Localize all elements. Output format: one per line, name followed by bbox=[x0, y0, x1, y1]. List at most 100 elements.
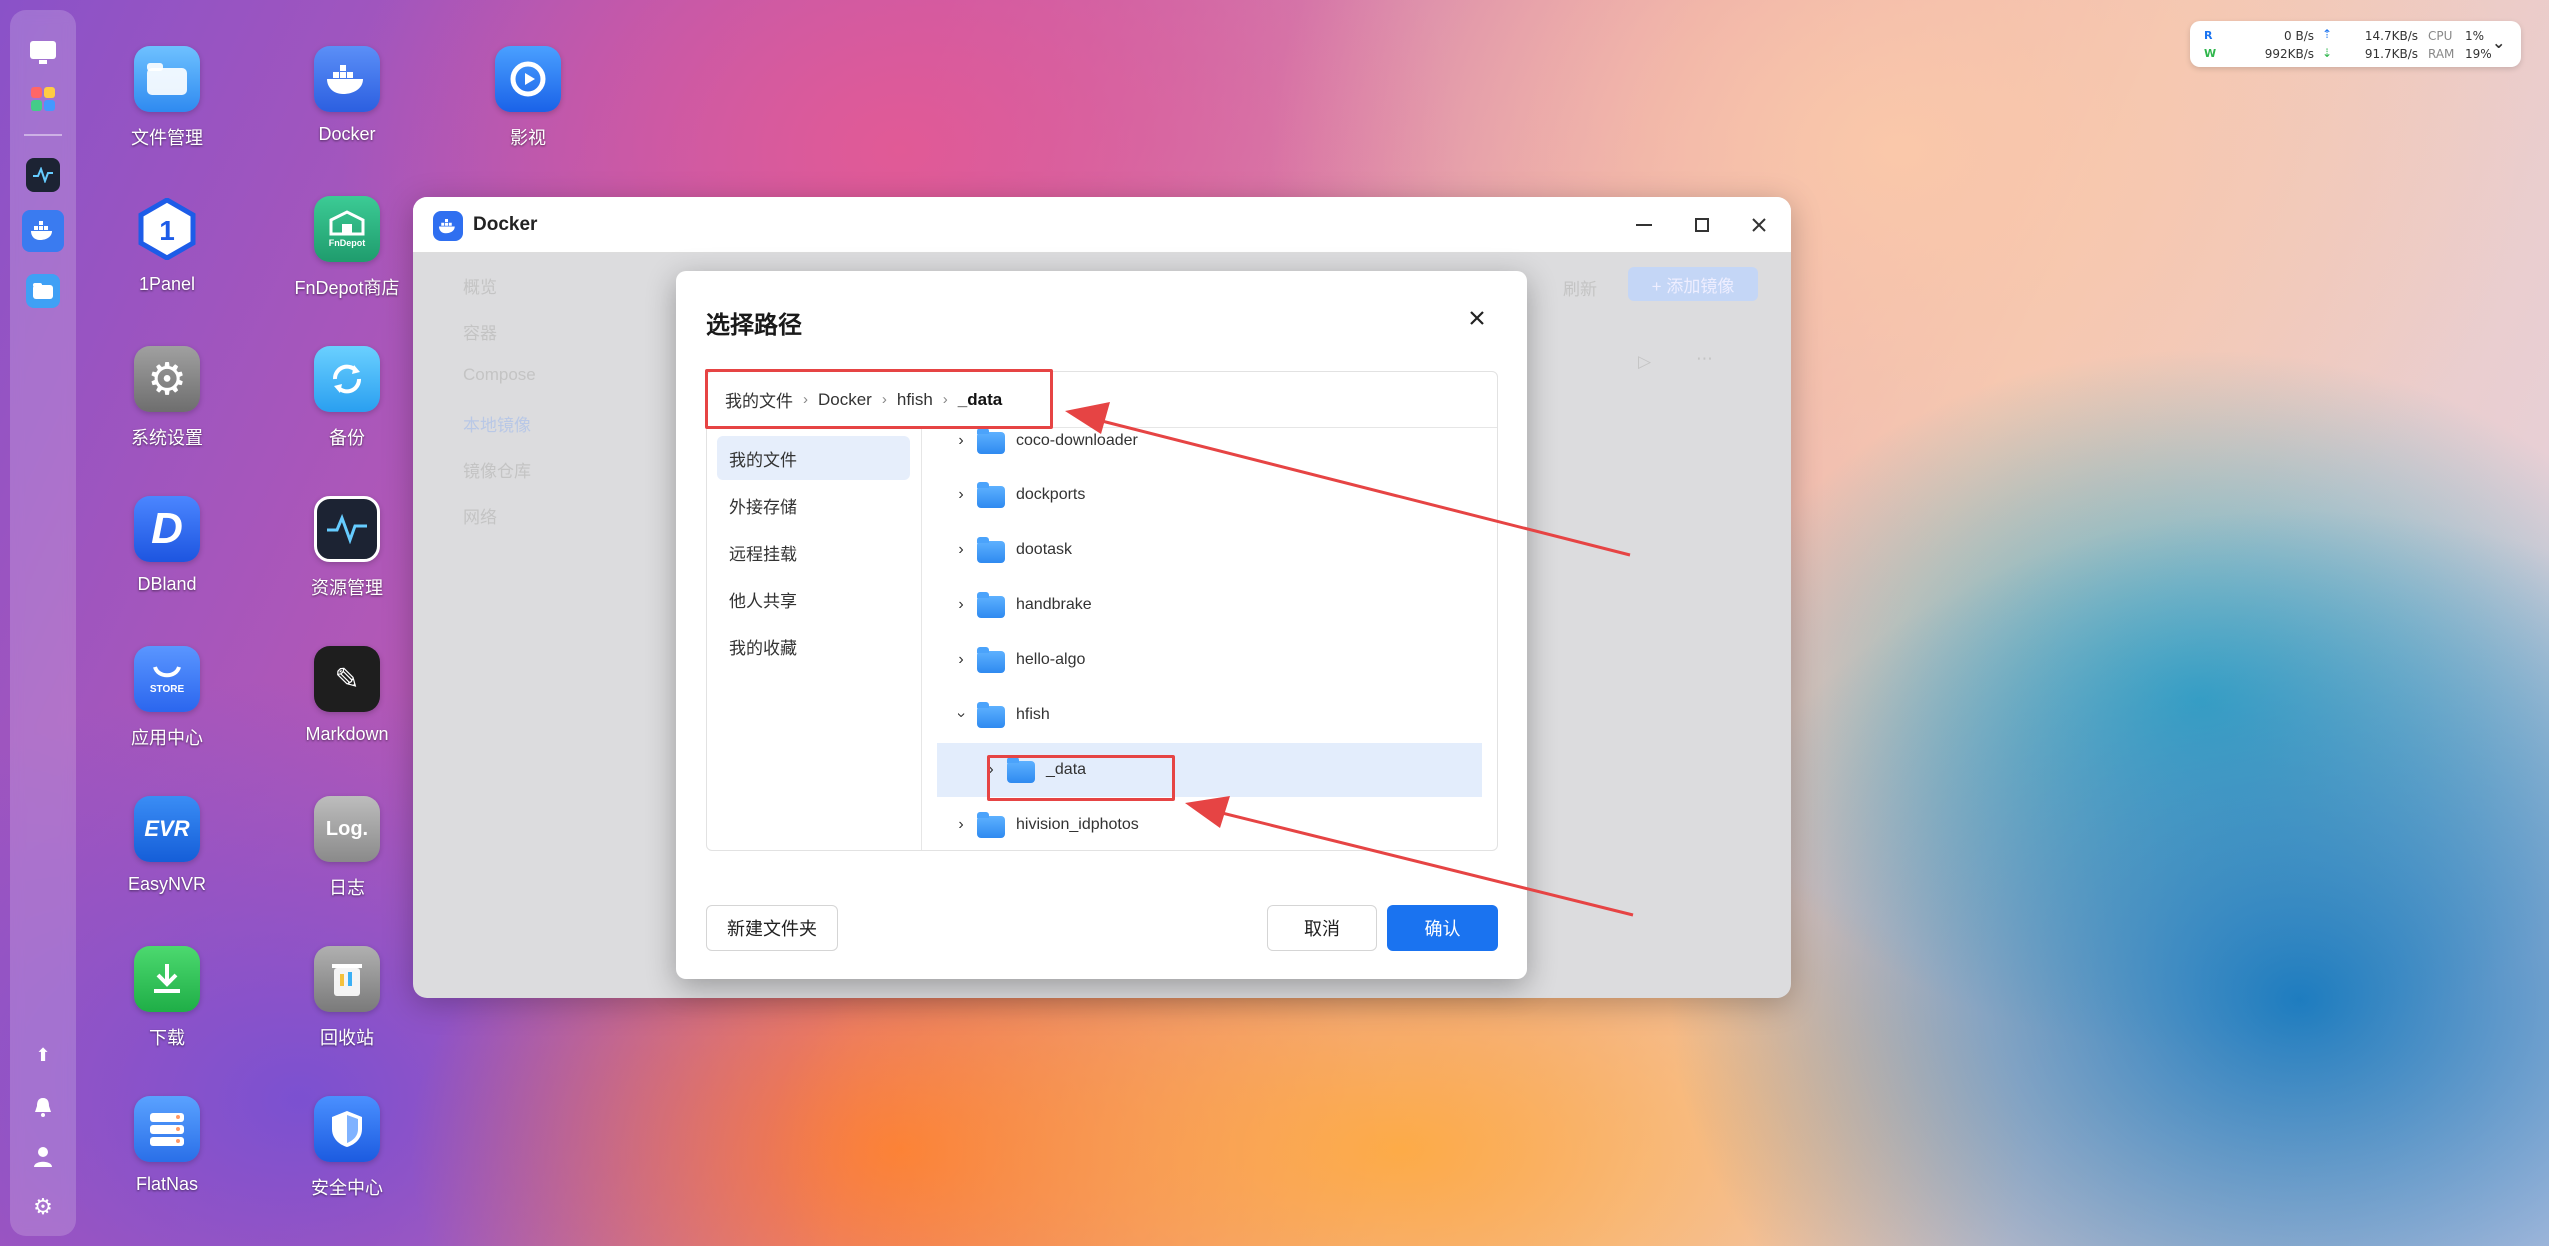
fndepot-store-icon: FnDepot bbox=[314, 196, 380, 262]
app-easynvr[interactable]: EVR EasyNVR bbox=[92, 796, 242, 895]
chevron-down-icon[interactable]: ⌄ bbox=[2492, 33, 2505, 52]
app-markdown[interactable]: ✎ Markdown bbox=[272, 646, 422, 745]
app-store[interactable]: STORE 应用中心 bbox=[92, 646, 242, 750]
sidebar-item-remote-mount[interactable]: 远程挂载 bbox=[717, 530, 910, 574]
sidebar-item-network[interactable]: 网络 bbox=[463, 503, 497, 528]
close-icon[interactable] bbox=[1460, 301, 1494, 335]
desktop-icon[interactable] bbox=[26, 36, 60, 70]
app-fndepot[interactable]: FnDepot FnDepot商店 bbox=[272, 196, 422, 300]
settings-gear-icon[interactable]: ⚙ bbox=[26, 1190, 60, 1224]
app-label: Markdown bbox=[305, 724, 389, 744]
app-video[interactable]: 影视 bbox=[453, 46, 603, 150]
new-folder-button[interactable]: 新建文件夹 bbox=[706, 905, 838, 951]
app-label: 安全中心 bbox=[311, 1178, 383, 1198]
refresh-button[interactable]: 刷新 bbox=[1563, 275, 1597, 300]
folder-row[interactable]: › hivision_idphotos bbox=[923, 798, 1497, 850]
folder-row[interactable]: › coco-downloader bbox=[923, 428, 1497, 468]
app-resource-manager[interactable]: 资源管理 bbox=[272, 496, 422, 600]
minimize-button[interactable] bbox=[1628, 209, 1660, 241]
docker-icon bbox=[433, 211, 463, 241]
folder-icon bbox=[977, 647, 1005, 673]
app-label: 系统设置 bbox=[131, 428, 203, 448]
sidebar-item-favorites[interactable]: 我的收藏 bbox=[717, 624, 910, 668]
folder-row[interactable]: › dockports bbox=[923, 468, 1497, 522]
chevron-right-icon[interactable]: › bbox=[951, 486, 971, 504]
confirm-button[interactable]: 确认 bbox=[1387, 905, 1498, 951]
sidebar-item-external-storage[interactable]: 外接存储 bbox=[717, 483, 910, 527]
app-1panel[interactable]: 1 1Panel bbox=[92, 196, 242, 295]
left-dock: ⬆ ⚙ bbox=[10, 10, 76, 1236]
app-label: 下载 bbox=[149, 1028, 185, 1048]
add-image-button[interactable]: + 添加镜像 bbox=[1628, 267, 1758, 301]
chevron-right-icon[interactable]: › bbox=[951, 541, 971, 559]
folder-row[interactable]: › handbrake bbox=[923, 578, 1497, 632]
app-file-manager[interactable]: 文件管理 bbox=[92, 46, 242, 150]
store-bag-icon: STORE bbox=[134, 646, 200, 712]
download-arrow-icon: ⇣ bbox=[2322, 46, 2333, 60]
folder-row[interactable]: › dootask bbox=[923, 523, 1497, 577]
sidebar-item-containers[interactable]: 容器 bbox=[463, 319, 497, 344]
app-security-center[interactable]: 安全中心 bbox=[272, 1096, 422, 1200]
app-flatnas[interactable]: FlatNas bbox=[92, 1096, 242, 1195]
read-label: R bbox=[2204, 29, 2213, 42]
app-label: FlatNas bbox=[135, 1174, 198, 1194]
app-dbland[interactable]: D DBland bbox=[92, 496, 242, 595]
log-icon: Log. bbox=[314, 796, 380, 862]
sidebar-item-overview[interactable]: 概览 bbox=[463, 273, 497, 298]
play-icon[interactable]: ▷ bbox=[1638, 352, 1651, 372]
dialog-title: 选择路径 bbox=[706, 312, 802, 339]
app-label: 影视 bbox=[510, 128, 546, 148]
app-label: 文件管理 bbox=[131, 128, 203, 148]
sidebar-item-compose[interactable]: Compose bbox=[463, 365, 536, 385]
net-up-value: 14.7KB/s bbox=[2364, 29, 2418, 43]
selected-folder-highlight-box bbox=[987, 755, 1175, 801]
folder-row[interactable]: › hello-algo bbox=[923, 633, 1497, 687]
chevron-right-icon[interactable]: › bbox=[951, 816, 971, 834]
gear-icon: ⚙ bbox=[134, 346, 200, 412]
sidebar-item-my-files[interactable]: 我的文件 bbox=[717, 436, 910, 480]
dock-divider bbox=[24, 134, 62, 136]
maximize-button[interactable] bbox=[1686, 209, 1718, 241]
resource-monitor-icon[interactable] bbox=[26, 158, 60, 192]
sidebar-item-registry[interactable]: 镜像仓库 bbox=[463, 457, 531, 482]
app-log[interactable]: Log. 日志 bbox=[272, 796, 422, 900]
cancel-button[interactable]: 取消 bbox=[1267, 905, 1377, 951]
sidebar-item-local-images[interactable]: 本地镜像 bbox=[463, 411, 531, 436]
close-button[interactable] bbox=[1743, 209, 1775, 241]
ram-value: 19% bbox=[2465, 47, 2492, 61]
bell-icon[interactable] bbox=[26, 1090, 60, 1124]
app-recycle-bin[interactable]: 回收站 bbox=[272, 946, 422, 1050]
app-download[interactable]: 下载 bbox=[92, 946, 242, 1050]
chevron-right-icon[interactable]: › bbox=[951, 432, 971, 450]
folder-icon bbox=[977, 812, 1005, 838]
system-monitor-widget: R W 0 B/s 992KB/s ⇡ ⇣ 14.7KB/s 91.7KB/s … bbox=[2190, 21, 2521, 67]
docker-icon[interactable] bbox=[22, 210, 64, 252]
chevron-down-icon[interactable]: › bbox=[952, 705, 970, 725]
app-system-settings[interactable]: ⚙ 系统设置 bbox=[92, 346, 242, 450]
folder-icon bbox=[977, 702, 1005, 728]
chevron-right-icon[interactable]: › bbox=[951, 651, 971, 669]
folder-icon bbox=[977, 537, 1005, 563]
more-icon[interactable]: ⋯ bbox=[1696, 349, 1713, 369]
app-label: EasyNVR bbox=[127, 874, 207, 894]
folder-icon bbox=[977, 428, 1005, 454]
sidebar-item-shared-by-others[interactable]: 他人共享 bbox=[717, 577, 910, 621]
folder-name: hello-algo bbox=[1016, 651, 1086, 668]
folder-name: dootask bbox=[1016, 541, 1073, 558]
app-docker[interactable]: Docker bbox=[272, 46, 422, 145]
folder-row-expanded[interactable]: › hfish bbox=[923, 688, 1497, 742]
folder-icon bbox=[977, 482, 1005, 508]
store-text: STORE bbox=[149, 683, 185, 695]
app-grid-icon[interactable] bbox=[26, 82, 60, 116]
app-backup[interactable]: 备份 bbox=[272, 346, 422, 450]
app-label: Docker bbox=[318, 124, 376, 144]
chevron-right-icon[interactable]: › bbox=[951, 596, 971, 614]
user-icon[interactable] bbox=[26, 1140, 60, 1174]
disk-read-value: 0 B/s bbox=[2284, 29, 2314, 43]
markdown-pen-icon: ✎ bbox=[314, 646, 380, 712]
trash-icon bbox=[314, 946, 380, 1012]
update-icon[interactable]: ⬆ bbox=[26, 1038, 60, 1072]
ram-label: RAM bbox=[2428, 47, 2455, 61]
file-manager-icon[interactable] bbox=[26, 274, 60, 308]
cpu-value: 1% bbox=[2465, 29, 2485, 43]
